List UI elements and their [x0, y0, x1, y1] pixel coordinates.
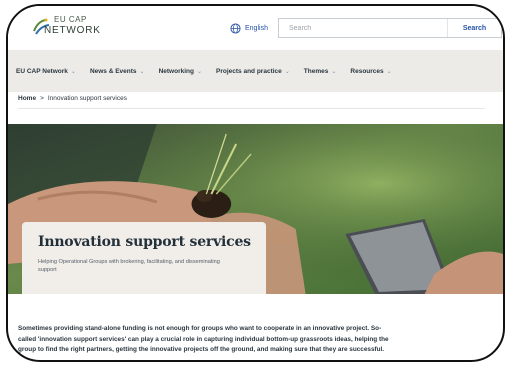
page-subtitle: Helping Operational Groups with brokerin… — [38, 259, 220, 273]
eu-cap-network-logo[interactable]: EU CAP NETWORK — [32, 15, 122, 41]
search-bar: Search — [278, 18, 502, 38]
chevron-down-icon: ⌄ — [386, 68, 392, 75]
nav-item-networking[interactable]: Networking ⌄ — [159, 68, 202, 75]
nav-item-label: Themes — [303, 67, 329, 75]
browser-frame: EU CAP NETWORK English Search EU CAP Net… — [6, 4, 505, 362]
search-input[interactable] — [279, 19, 449, 37]
hero-banner: Innovation support services Helping Oper… — [8, 124, 503, 294]
breadcrumb-divider — [18, 108, 485, 109]
main-navigation: EU CAP Network ⌄ News & Events ⌄ Network… — [8, 50, 503, 92]
nav-item-label: Projects and practice — [216, 67, 282, 75]
nav-item-label: EU CAP Network — [16, 67, 68, 75]
hero-card: Innovation support services Helping Oper… — [22, 222, 266, 294]
globe-icon — [230, 22, 241, 34]
nav-item-resources[interactable]: Resources ⌄ — [350, 68, 391, 75]
nav-item-themes[interactable]: Themes ⌄ — [304, 68, 337, 75]
page-title: Innovation support services — [38, 234, 251, 250]
chevron-down-icon: ⌄ — [139, 68, 145, 75]
breadcrumb-separator: > — [40, 95, 44, 102]
chevron-down-icon: ⌄ — [284, 68, 290, 75]
chevron-down-icon: ⌄ — [331, 68, 337, 75]
nav-item-news-events[interactable]: News & Events ⌄ — [90, 68, 145, 75]
chevron-down-icon: ⌄ — [70, 68, 76, 75]
nav-item-label: News & Events — [89, 67, 137, 75]
intro-paragraph: Sometimes providing stand-alone funding … — [18, 325, 389, 353]
breadcrumb-current: Innovation support services — [47, 95, 127, 102]
breadcrumb-home-link[interactable]: Home — [18, 95, 36, 102]
nav-item-label: Networking — [158, 67, 194, 75]
breadcrumb: Home > Innovation support services — [18, 95, 127, 102]
language-label: English — [245, 24, 268, 32]
language-selector[interactable]: English — [230, 21, 268, 35]
site-header: EU CAP NETWORK English Search — [8, 6, 503, 50]
logo-text-line1: EU CAP — [54, 15, 87, 24]
nav-item-eu-cap-network[interactable]: EU CAP Network ⌄ — [16, 68, 76, 75]
nav-item-label: Resources — [350, 67, 384, 75]
search-button[interactable]: Search — [447, 19, 501, 37]
logo-text-line2: NETWORK — [44, 25, 101, 36]
nav-item-projects-and-practice[interactable]: Projects and practice ⌄ — [216, 68, 290, 75]
chevron-down-icon: ⌄ — [196, 68, 203, 75]
